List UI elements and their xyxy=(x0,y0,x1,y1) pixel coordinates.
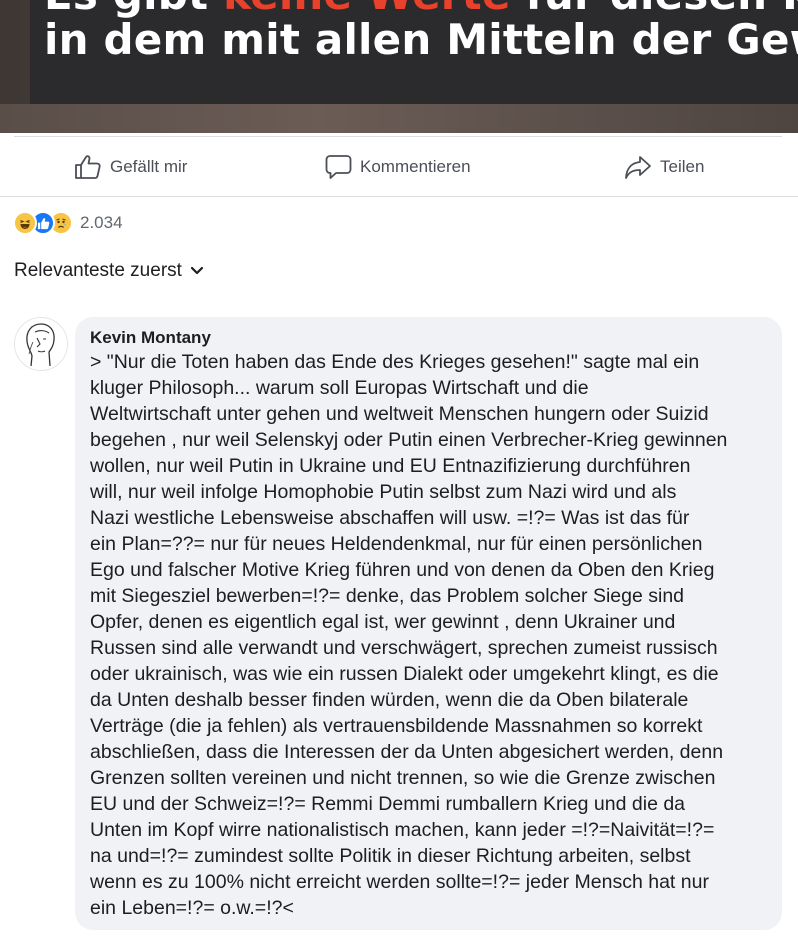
post-image-line-2: in dem mit allen Mitteln der Gewalt xyxy=(44,15,798,64)
post-image-lower-area xyxy=(0,104,798,133)
comment-button[interactable]: Kommentieren xyxy=(325,150,471,184)
haha-icon xyxy=(13,211,37,235)
share-arrow-icon xyxy=(625,156,651,179)
comment-label: Kommentieren xyxy=(360,157,471,176)
comment-line: wenn es zu 100% nicht erreicht werden so… xyxy=(90,871,709,893)
post-image[interactable]: Es gibt keine Werte für diesen Krieg, in… xyxy=(0,0,798,133)
comment-line: abschließen, dass die Interessen der da … xyxy=(90,741,724,763)
comment-line: ein Plan=??= nur für neues Heldendenkmal… xyxy=(90,533,703,555)
comment-sort-label: Relevanteste zuerst xyxy=(14,260,182,281)
reaction-count: 2.034 xyxy=(80,213,123,232)
comment-line: EU und der Schweiz=!?= Remmi Demmi rumba… xyxy=(90,793,686,815)
profile-sketch-image xyxy=(26,323,55,367)
comment-line: ein Leben=!?= o.w.=!?< xyxy=(90,897,294,919)
comment-line: kluger Philosoph... warum soll Europas W… xyxy=(90,377,589,399)
comment-line: Verträge (die ja fehlen) als vertrauensb… xyxy=(90,715,703,737)
comment-line: mit Siegesziel bewerben=!?= denke, das P… xyxy=(90,585,685,607)
comment-line: na und=!?= zumindest sollte Politik in d… xyxy=(90,845,691,867)
comment-line: wollen, nur weil Putin in Ukraine und EU… xyxy=(90,455,691,477)
comment-line: Nazi westliche Lebensweise abschaffen wi… xyxy=(90,507,690,529)
divider xyxy=(0,196,798,197)
share-button[interactable]: Teilen xyxy=(624,150,704,184)
comment-line: Russen sind alle verwandt und verschwäge… xyxy=(90,637,718,659)
speech-bubble-icon xyxy=(325,155,352,179)
comment-line: begehen , nur weil Selenskyj oder Putin … xyxy=(90,429,728,451)
reactions-summary[interactable]: 2.034 xyxy=(13,210,123,236)
comment-sort-dropdown[interactable]: Relevanteste zuerst xyxy=(14,260,204,282)
comment-line: Weltwirtschaft unter gehen und weltweit … xyxy=(90,403,709,425)
comment-text: > "Nur die Toten haben das Ende des Krie… xyxy=(90,349,768,921)
post-action-bar: Gefällt mir Kommentieren Teilen xyxy=(0,138,798,196)
comment-line: Grenzen sollten vereinen und nicht trenn… xyxy=(90,767,716,789)
like-label: Gefällt mir xyxy=(110,157,188,176)
thumbs-up-icon xyxy=(75,155,101,179)
comment-line: > "Nur die Toten haben das Ende des Krie… xyxy=(90,351,700,373)
comment-line: da Unten deshalb besser finden würden, w… xyxy=(90,689,689,711)
comment-line: oder ukrainisch, was wie ein russen Dial… xyxy=(90,663,719,685)
chevron-down-icon xyxy=(190,266,204,275)
divider xyxy=(14,136,782,137)
comment-line: Ego und falscher Motive Krieg führen und… xyxy=(90,559,715,581)
comment-line: will, nur weil infolge Homophobie Putin … xyxy=(90,481,677,503)
share-label: Teilen xyxy=(660,157,705,176)
comment-bubble: Kevin Montany > "Nur die Toten haben das… xyxy=(75,317,782,930)
like-button[interactable]: Gefällt mir xyxy=(74,150,187,184)
comment-author[interactable]: Kevin Montany xyxy=(90,327,768,349)
avatar[interactable] xyxy=(14,317,68,371)
comment-line: Opfer, denen es eigentlich egal ist, wer… xyxy=(90,611,676,633)
comment-line: Unten im Kopf wirre nationalistisch mach… xyxy=(90,819,715,841)
